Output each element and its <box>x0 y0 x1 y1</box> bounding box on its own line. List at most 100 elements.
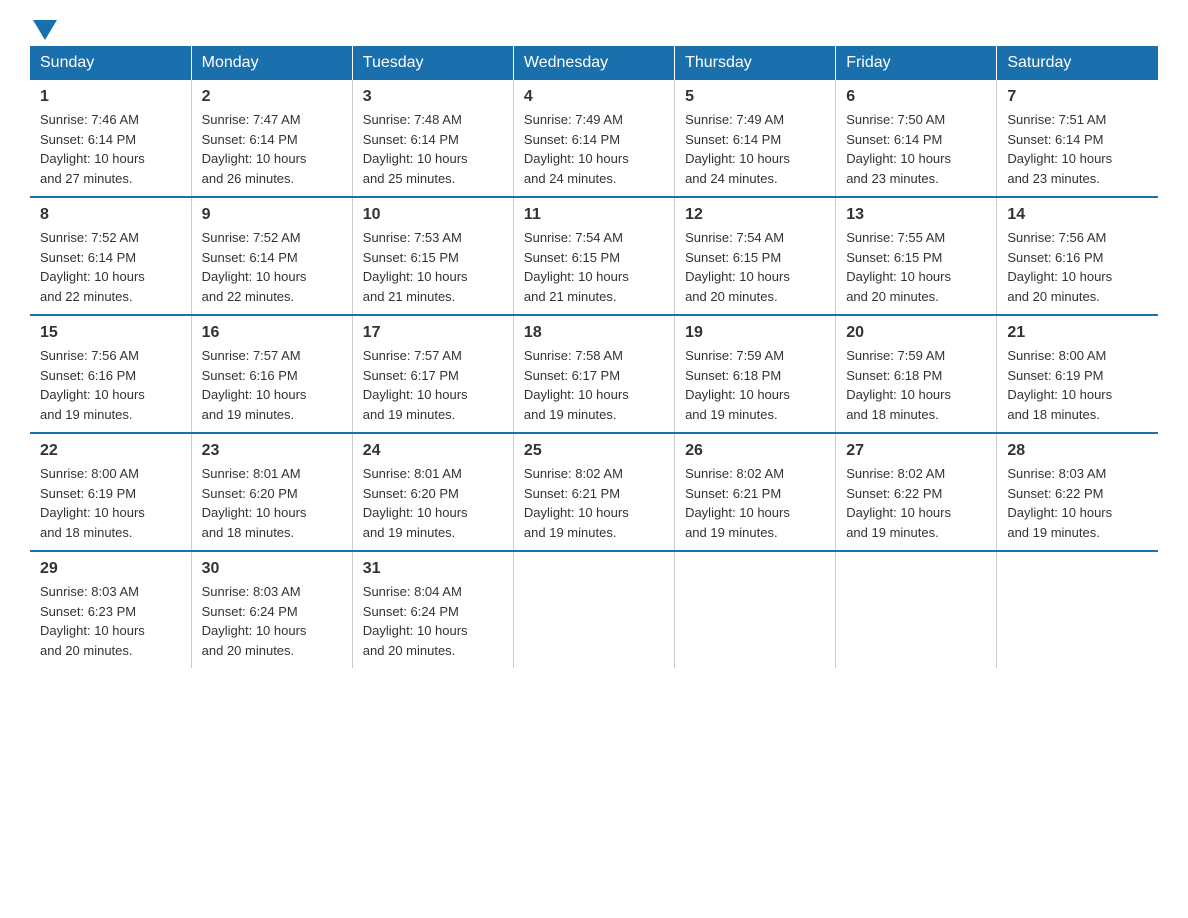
day-info: Sunrise: 7:51 AMSunset: 6:14 PMDaylight:… <box>1007 110 1148 188</box>
calendar-cell: 12 Sunrise: 7:54 AMSunset: 6:15 PMDaylig… <box>675 197 836 315</box>
calendar-cell: 30 Sunrise: 8:03 AMSunset: 6:24 PMDaylig… <box>191 551 352 668</box>
day-info: Sunrise: 7:48 AMSunset: 6:14 PMDaylight:… <box>363 110 503 188</box>
calendar-cell: 20 Sunrise: 7:59 AMSunset: 6:18 PMDaylig… <box>836 315 997 433</box>
calendar-week-row: 15 Sunrise: 7:56 AMSunset: 6:16 PMDaylig… <box>30 315 1158 433</box>
header-thursday: Thursday <box>675 46 836 80</box>
calendar-cell: 8 Sunrise: 7:52 AMSunset: 6:14 PMDayligh… <box>30 197 191 315</box>
calendar-cell: 16 Sunrise: 7:57 AMSunset: 6:16 PMDaylig… <box>191 315 352 433</box>
day-number: 26 <box>685 442 825 460</box>
calendar-cell: 28 Sunrise: 8:03 AMSunset: 6:22 PMDaylig… <box>997 433 1158 551</box>
day-number: 5 <box>685 88 825 106</box>
calendar-cell: 31 Sunrise: 8:04 AMSunset: 6:24 PMDaylig… <box>352 551 513 668</box>
day-info: Sunrise: 7:47 AMSunset: 6:14 PMDaylight:… <box>202 110 342 188</box>
calendar-cell: 9 Sunrise: 7:52 AMSunset: 6:14 PMDayligh… <box>191 197 352 315</box>
day-info: Sunrise: 8:01 AMSunset: 6:20 PMDaylight:… <box>363 464 503 542</box>
day-info: Sunrise: 8:03 AMSunset: 6:24 PMDaylight:… <box>202 582 342 660</box>
day-info: Sunrise: 7:59 AMSunset: 6:18 PMDaylight:… <box>685 346 825 424</box>
day-info: Sunrise: 7:52 AMSunset: 6:14 PMDaylight:… <box>40 228 181 306</box>
calendar-cell: 7 Sunrise: 7:51 AMSunset: 6:14 PMDayligh… <box>997 80 1158 197</box>
calendar-cell <box>513 551 674 668</box>
day-number: 31 <box>363 560 503 578</box>
logo-triangle-icon <box>33 20 57 40</box>
calendar-cell: 2 Sunrise: 7:47 AMSunset: 6:14 PMDayligh… <box>191 80 352 197</box>
calendar-week-row: 22 Sunrise: 8:00 AMSunset: 6:19 PMDaylig… <box>30 433 1158 551</box>
page-header <box>30 20 1158 36</box>
day-number: 7 <box>1007 88 1148 106</box>
day-number: 27 <box>846 442 986 460</box>
day-number: 11 <box>524 206 664 224</box>
calendar-cell: 22 Sunrise: 8:00 AMSunset: 6:19 PMDaylig… <box>30 433 191 551</box>
calendar-cell: 29 Sunrise: 8:03 AMSunset: 6:23 PMDaylig… <box>30 551 191 668</box>
calendar-cell: 26 Sunrise: 8:02 AMSunset: 6:21 PMDaylig… <box>675 433 836 551</box>
calendar-cell: 17 Sunrise: 7:57 AMSunset: 6:17 PMDaylig… <box>352 315 513 433</box>
day-info: Sunrise: 8:02 AMSunset: 6:21 PMDaylight:… <box>685 464 825 542</box>
calendar-cell <box>836 551 997 668</box>
day-info: Sunrise: 7:49 AMSunset: 6:14 PMDaylight:… <box>524 110 664 188</box>
day-number: 20 <box>846 324 986 342</box>
calendar-cell: 11 Sunrise: 7:54 AMSunset: 6:15 PMDaylig… <box>513 197 674 315</box>
calendar-cell: 27 Sunrise: 8:02 AMSunset: 6:22 PMDaylig… <box>836 433 997 551</box>
day-info: Sunrise: 7:50 AMSunset: 6:14 PMDaylight:… <box>846 110 986 188</box>
day-info: Sunrise: 7:56 AMSunset: 6:16 PMDaylight:… <box>40 346 181 424</box>
day-info: Sunrise: 8:03 AMSunset: 6:23 PMDaylight:… <box>40 582 181 660</box>
day-number: 1 <box>40 88 181 106</box>
day-info: Sunrise: 7:58 AMSunset: 6:17 PMDaylight:… <box>524 346 664 424</box>
day-number: 16 <box>202 324 342 342</box>
day-info: Sunrise: 8:01 AMSunset: 6:20 PMDaylight:… <box>202 464 342 542</box>
day-number: 6 <box>846 88 986 106</box>
day-info: Sunrise: 8:00 AMSunset: 6:19 PMDaylight:… <box>40 464 181 542</box>
day-info: Sunrise: 7:54 AMSunset: 6:15 PMDaylight:… <box>524 228 664 306</box>
calendar-cell: 6 Sunrise: 7:50 AMSunset: 6:14 PMDayligh… <box>836 80 997 197</box>
day-number: 18 <box>524 324 664 342</box>
calendar-table: SundayMondayTuesdayWednesdayThursdayFrid… <box>30 46 1158 668</box>
calendar-cell: 13 Sunrise: 7:55 AMSunset: 6:15 PMDaylig… <box>836 197 997 315</box>
header-tuesday: Tuesday <box>352 46 513 80</box>
day-number: 10 <box>363 206 503 224</box>
calendar-cell: 21 Sunrise: 8:00 AMSunset: 6:19 PMDaylig… <box>997 315 1158 433</box>
calendar-cell: 15 Sunrise: 7:56 AMSunset: 6:16 PMDaylig… <box>30 315 191 433</box>
header-wednesday: Wednesday <box>513 46 674 80</box>
day-info: Sunrise: 8:00 AMSunset: 6:19 PMDaylight:… <box>1007 346 1148 424</box>
calendar-cell: 19 Sunrise: 7:59 AMSunset: 6:18 PMDaylig… <box>675 315 836 433</box>
day-info: Sunrise: 7:54 AMSunset: 6:15 PMDaylight:… <box>685 228 825 306</box>
calendar-week-row: 29 Sunrise: 8:03 AMSunset: 6:23 PMDaylig… <box>30 551 1158 668</box>
day-number: 29 <box>40 560 181 578</box>
logo-text <box>30 20 60 40</box>
day-info: Sunrise: 7:52 AMSunset: 6:14 PMDaylight:… <box>202 228 342 306</box>
day-info: Sunrise: 7:55 AMSunset: 6:15 PMDaylight:… <box>846 228 986 306</box>
day-info: Sunrise: 7:53 AMSunset: 6:15 PMDaylight:… <box>363 228 503 306</box>
day-info: Sunrise: 7:46 AMSunset: 6:14 PMDaylight:… <box>40 110 181 188</box>
calendar-cell: 5 Sunrise: 7:49 AMSunset: 6:14 PMDayligh… <box>675 80 836 197</box>
day-number: 24 <box>363 442 503 460</box>
calendar-cell: 23 Sunrise: 8:01 AMSunset: 6:20 PMDaylig… <box>191 433 352 551</box>
day-number: 3 <box>363 88 503 106</box>
header-sunday: Sunday <box>30 46 191 80</box>
header-saturday: Saturday <box>997 46 1158 80</box>
day-number: 21 <box>1007 324 1148 342</box>
day-number: 12 <box>685 206 825 224</box>
calendar-header-row: SundayMondayTuesdayWednesdayThursdayFrid… <box>30 46 1158 80</box>
day-number: 22 <box>40 442 181 460</box>
day-info: Sunrise: 7:56 AMSunset: 6:16 PMDaylight:… <box>1007 228 1148 306</box>
day-number: 30 <box>202 560 342 578</box>
calendar-cell <box>997 551 1158 668</box>
day-info: Sunrise: 8:02 AMSunset: 6:21 PMDaylight:… <box>524 464 664 542</box>
calendar-week-row: 8 Sunrise: 7:52 AMSunset: 6:14 PMDayligh… <box>30 197 1158 315</box>
day-number: 8 <box>40 206 181 224</box>
calendar-cell: 24 Sunrise: 8:01 AMSunset: 6:20 PMDaylig… <box>352 433 513 551</box>
day-info: Sunrise: 7:59 AMSunset: 6:18 PMDaylight:… <box>846 346 986 424</box>
day-info: Sunrise: 7:49 AMSunset: 6:14 PMDaylight:… <box>685 110 825 188</box>
calendar-cell: 10 Sunrise: 7:53 AMSunset: 6:15 PMDaylig… <box>352 197 513 315</box>
day-info: Sunrise: 8:02 AMSunset: 6:22 PMDaylight:… <box>846 464 986 542</box>
header-friday: Friday <box>836 46 997 80</box>
calendar-cell: 18 Sunrise: 7:58 AMSunset: 6:17 PMDaylig… <box>513 315 674 433</box>
day-number: 23 <box>202 442 342 460</box>
day-number: 28 <box>1007 442 1148 460</box>
day-number: 9 <box>202 206 342 224</box>
header-monday: Monday <box>191 46 352 80</box>
day-number: 4 <box>524 88 664 106</box>
day-number: 13 <box>846 206 986 224</box>
calendar-cell: 14 Sunrise: 7:56 AMSunset: 6:16 PMDaylig… <box>997 197 1158 315</box>
day-number: 17 <box>363 324 503 342</box>
logo <box>30 20 60 36</box>
